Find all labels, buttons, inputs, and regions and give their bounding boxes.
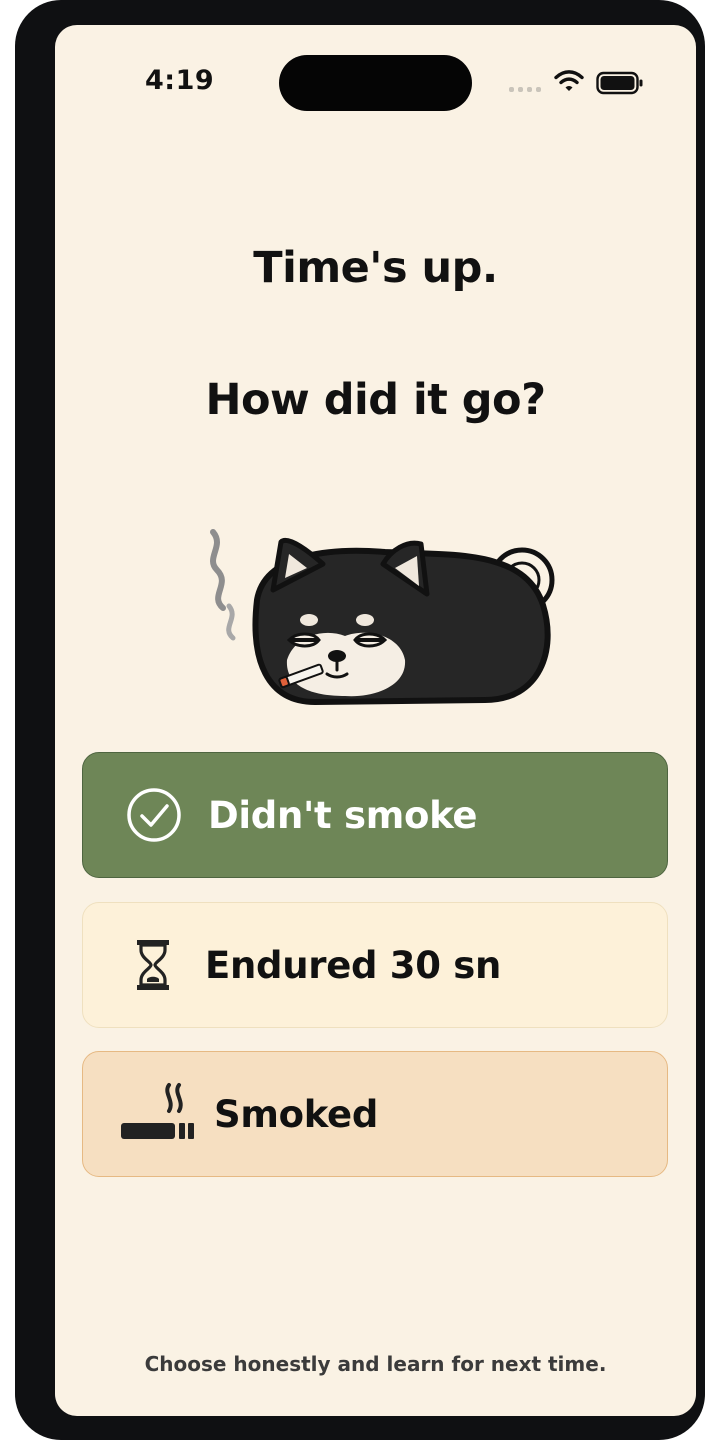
check-circle-icon [127, 788, 181, 842]
phone-frame: 4:19 Time's up. How did it go? Didn't sm… [15, 0, 705, 1440]
didnt-smoke-button[interactable]: Didn't smoke [82, 752, 668, 878]
page-title: Time's up. [253, 243, 498, 293]
smoking-dog-mascot-icon [210, 529, 555, 706]
dynamic-island [279, 55, 472, 111]
endured-label: Endured 30 sn [205, 943, 501, 987]
smoked-label: Smoked [214, 1092, 379, 1136]
cigarette-icon [121, 1083, 194, 1139]
smoked-button[interactable]: Smoked [82, 1051, 668, 1177]
page-subtitle: How did it go? [205, 375, 546, 425]
footer-hint: Choose honestly and learn for next time. [144, 1352, 607, 1376]
didnt-smoke-label: Didn't smoke [208, 793, 478, 837]
cellular-signal-icon [509, 87, 541, 92]
app-screen: 4:19 Time's up. How did it go? Didn't sm… [55, 25, 696, 1416]
hourglass-icon [137, 940, 169, 990]
battery-icon [596, 71, 643, 95]
status-time: 4:19 [145, 65, 215, 96]
wifi-icon [554, 70, 584, 91]
endured-button[interactable]: Endured 30 sn [82, 902, 668, 1028]
